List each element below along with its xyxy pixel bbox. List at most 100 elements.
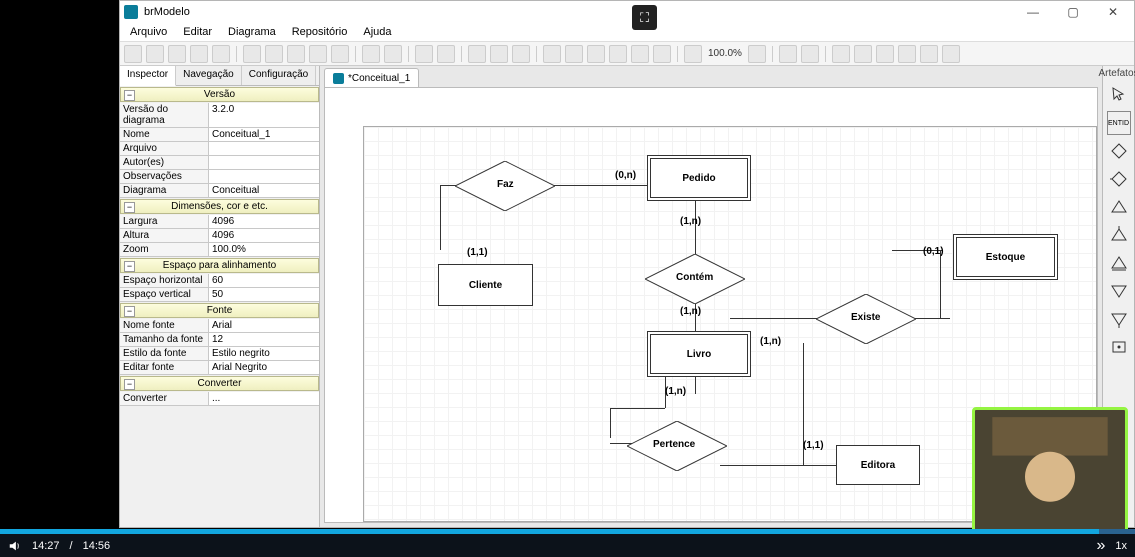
collapse-icon[interactable]: − bbox=[124, 261, 135, 272]
tool-layer1-icon[interactable] bbox=[779, 45, 797, 63]
menubar: Arquivo Editar Diagrama Repositório Ajud… bbox=[120, 23, 1134, 42]
collapse-icon[interactable]: − bbox=[124, 379, 135, 390]
left-panel: Inspector Navegação Configuração −Versão… bbox=[120, 66, 320, 527]
tool-paste-icon[interactable] bbox=[437, 45, 455, 63]
connector[interactable] bbox=[440, 185, 441, 250]
webcam-pip[interactable] bbox=[972, 407, 1128, 533]
playback-speed[interactable]: 1x bbox=[1115, 540, 1127, 552]
entity-livro[interactable]: Livro bbox=[647, 331, 751, 377]
section-converter[interactable]: −Converter bbox=[120, 376, 319, 391]
tool-cut-icon[interactable] bbox=[468, 45, 486, 63]
tool-bold-icon[interactable] bbox=[331, 45, 349, 63]
entity-estoque[interactable]: Estoque bbox=[953, 234, 1058, 280]
app-icon bbox=[124, 5, 138, 19]
tool-print-icon[interactable] bbox=[415, 45, 433, 63]
tool-redo-icon[interactable] bbox=[212, 45, 230, 63]
tool-info-icon[interactable] bbox=[287, 45, 305, 63]
menu-arquivo[interactable]: Arquivo bbox=[126, 25, 171, 39]
tool-ungroup-icon[interactable] bbox=[384, 45, 402, 63]
entity-cliente[interactable]: Cliente bbox=[438, 264, 533, 306]
rel-existe-label: Existe bbox=[851, 312, 880, 323]
tool-spec-up-total-icon[interactable] bbox=[1107, 251, 1131, 275]
tool-align-bottom-icon[interactable] bbox=[631, 45, 649, 63]
collapse-icon[interactable]: − bbox=[124, 306, 135, 317]
zoom-level[interactable]: 100.0% bbox=[708, 48, 742, 59]
rel-faz-label: Faz bbox=[497, 179, 514, 190]
section-fonte[interactable]: −Fonte bbox=[120, 303, 319, 318]
prop-row: Espaço horizontal60 bbox=[120, 274, 319, 288]
doc-tab-conceitual[interactable]: *Conceitual_1 bbox=[324, 68, 419, 87]
tool-zoomin-icon[interactable] bbox=[748, 45, 766, 63]
tool-al3-icon[interactable] bbox=[876, 45, 894, 63]
tool-al4-icon[interactable] bbox=[898, 45, 916, 63]
collapse-icon[interactable]: − bbox=[124, 90, 135, 101]
prop-row: DiagramaConceitual bbox=[120, 184, 319, 198]
tool-dist-icon[interactable] bbox=[653, 45, 671, 63]
tool-save-icon[interactable] bbox=[168, 45, 186, 63]
prop-row: Converter... bbox=[120, 392, 319, 406]
menu-repositorio[interactable]: Repositório bbox=[288, 25, 352, 39]
minimize-button[interactable]: — bbox=[1016, 2, 1050, 23]
connector[interactable] bbox=[610, 408, 665, 409]
tool-al2-icon[interactable] bbox=[854, 45, 872, 63]
tool-undo-icon[interactable] bbox=[190, 45, 208, 63]
connector[interactable] bbox=[610, 408, 611, 438]
video-controls: 14:27 / 14:56 » 1x bbox=[0, 534, 1135, 557]
tool-align-left-icon[interactable] bbox=[543, 45, 561, 63]
prop-row: Largura4096 bbox=[120, 215, 319, 229]
close-button[interactable]: ✕ bbox=[1096, 2, 1130, 23]
card-existe-estoque: (0,1) bbox=[923, 246, 944, 257]
tool-copy-icon[interactable] bbox=[490, 45, 508, 63]
tool-al1-icon[interactable] bbox=[832, 45, 850, 63]
tool-text-icon[interactable] bbox=[265, 45, 283, 63]
tool-attribute-oval-icon[interactable] bbox=[1107, 167, 1131, 191]
tool-link-icon[interactable] bbox=[309, 45, 327, 63]
volume-icon[interactable] bbox=[8, 539, 22, 553]
section-versao[interactable]: −Versão bbox=[120, 87, 319, 102]
tool-align-right-icon[interactable] bbox=[587, 45, 605, 63]
rel-contem-label: Contém bbox=[676, 272, 713, 283]
property-grid: −Versão Versão do diagrama3.2.0 NomeConc… bbox=[120, 86, 319, 527]
tab-inspector[interactable]: Inspector bbox=[120, 66, 176, 86]
menu-editar[interactable]: Editar bbox=[179, 25, 216, 39]
tool-relationship-icon[interactable] bbox=[1107, 139, 1131, 163]
tool-attribute-icon[interactable] bbox=[1107, 335, 1131, 359]
tool-entity-icon[interactable]: ENTID bbox=[1107, 111, 1131, 135]
connector[interactable] bbox=[695, 374, 696, 394]
entity-pedido[interactable]: Pedido bbox=[647, 155, 751, 201]
connector[interactable] bbox=[940, 250, 941, 318]
next-icon[interactable]: » bbox=[1096, 537, 1105, 555]
section-dim[interactable]: −Dimensões, cor e etc. bbox=[120, 199, 319, 214]
prop-row: Autor(es) bbox=[120, 156, 319, 170]
tool-align-center-icon[interactable] bbox=[565, 45, 583, 63]
tool-group-icon[interactable] bbox=[362, 45, 380, 63]
card-contem-pedido: (1,n) bbox=[680, 216, 701, 227]
entity-editora[interactable]: Editora bbox=[836, 445, 920, 485]
tool-spec-up-icon[interactable] bbox=[1107, 195, 1131, 219]
section-espacamento[interactable]: −Espaço para alinhamento bbox=[120, 258, 319, 273]
tool-cursor-icon[interactable] bbox=[1107, 83, 1131, 107]
tool-select-icon[interactable] bbox=[243, 45, 261, 63]
tool-spec-down-icon[interactable] bbox=[1107, 279, 1131, 303]
pip-toggle-icon[interactable]: ⛶ bbox=[632, 5, 657, 30]
tool-zoomout-icon[interactable] bbox=[684, 45, 702, 63]
maximize-button[interactable]: ▢ bbox=[1056, 2, 1090, 23]
tool-new-icon[interactable] bbox=[124, 45, 142, 63]
tool-spec-down-partial-icon[interactable] bbox=[1107, 307, 1131, 331]
tool-spec-up-partial-icon[interactable] bbox=[1107, 223, 1131, 247]
tool-doublecopy-icon[interactable] bbox=[512, 45, 530, 63]
prop-row: Editar fonteArial Negrito bbox=[120, 361, 319, 375]
tool-layer2-icon[interactable] bbox=[801, 45, 819, 63]
tab-configuracao[interactable]: Configuração bbox=[242, 66, 316, 85]
tool-al6-icon[interactable] bbox=[942, 45, 960, 63]
menu-diagrama[interactable]: Diagrama bbox=[224, 25, 280, 39]
video-time-current: 14:27 bbox=[32, 540, 60, 552]
prop-row: Versão do diagrama3.2.0 bbox=[120, 103, 319, 128]
tool-al5-icon[interactable] bbox=[920, 45, 938, 63]
tool-align-top-icon[interactable] bbox=[609, 45, 627, 63]
connector[interactable] bbox=[720, 465, 840, 466]
tab-navegacao[interactable]: Navegação bbox=[176, 66, 242, 85]
menu-ajuda[interactable]: Ajuda bbox=[359, 25, 395, 39]
tool-open-icon[interactable] bbox=[146, 45, 164, 63]
collapse-icon[interactable]: − bbox=[124, 202, 135, 213]
